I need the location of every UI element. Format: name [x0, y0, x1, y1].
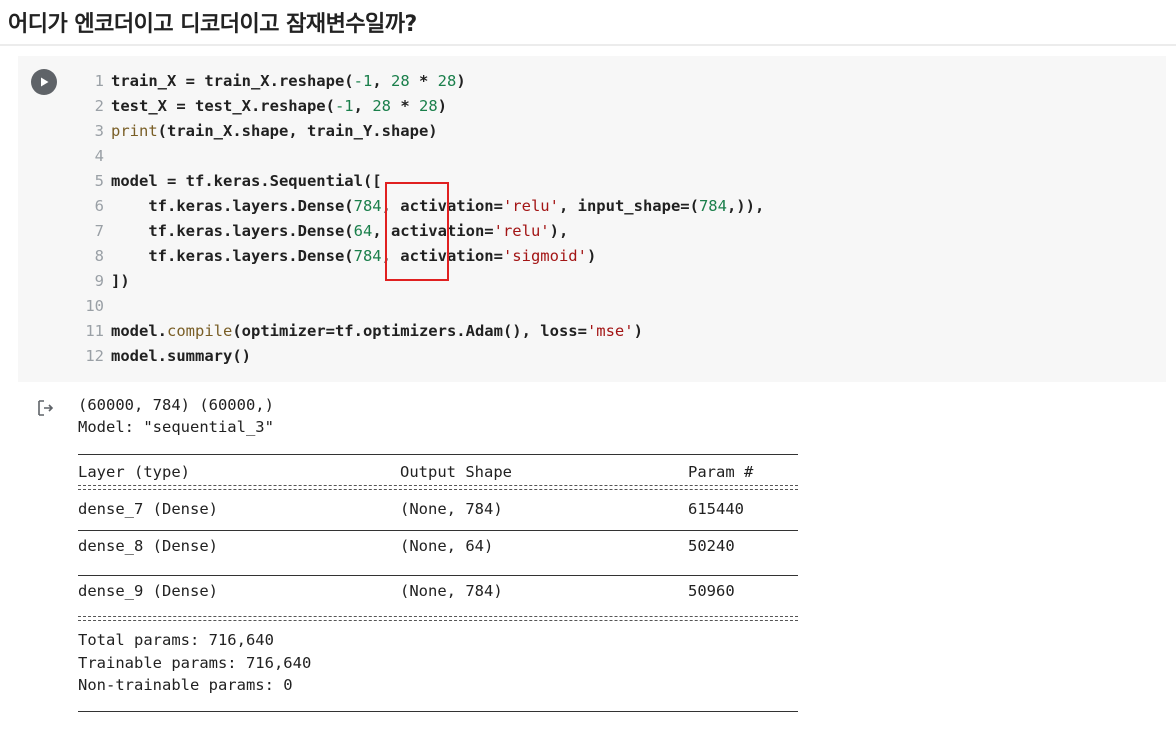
line-number: 4: [94, 147, 104, 165]
page-title: 어디가 엔코더이고 디코더이고 잠재변수일까?: [8, 12, 417, 37]
code-token: (train_X.shape, train_Y.shape): [157, 122, 438, 140]
code-token: -1: [334, 97, 354, 115]
model-summary-table: Layer (type) Output Shape Param # dense_…: [78, 454, 798, 712]
line-number: 2: [94, 97, 104, 115]
code-token: 'sigmoid': [502, 247, 587, 265]
code-token: model.: [111, 322, 167, 340]
line-number: 1: [94, 72, 104, 90]
code-token: (optimizer=tf.optimizers.Adam(), loss=: [232, 322, 587, 340]
code-token: tf.keras.layers.Dense(: [111, 197, 354, 215]
code-token: 784: [353, 197, 382, 215]
code-token: -1: [353, 72, 373, 90]
code-token: 28: [390, 72, 410, 90]
code-line[interactable]: 6 tf.keras.layers.Dense(784, activation=…: [70, 194, 765, 219]
code-token: *: [409, 72, 438, 90]
code-token: 784: [353, 247, 382, 265]
layer-name: dense_8 (Dense): [78, 537, 218, 555]
layer-name: dense_9 (Dense): [78, 582, 218, 600]
code-editor[interactable]: 1 train_X = train_X.reshape(-1, 28 * 28) 2…: [70, 69, 764, 369]
code-token: , input_shape=(: [558, 197, 699, 215]
table-row: dense_7 (Dense) (None, 784) 615440: [78, 490, 798, 530]
code-token: 28: [372, 97, 391, 115]
line-number: 9: [94, 272, 104, 290]
header-output-shape: Output Shape: [400, 463, 512, 481]
code-token: , activation=: [381, 197, 503, 215]
line-number: 8: [94, 247, 104, 265]
code-line[interactable]: 1 train_X = train_X.reshape(-1, 28 * 28): [70, 69, 764, 94]
layer-output-shape: (None, 784): [400, 582, 503, 600]
code-token: , activation=: [372, 222, 494, 240]
code-token: 'relu': [493, 222, 550, 240]
code-token: ,)),: [726, 197, 765, 215]
code-line[interactable]: 4: [70, 144, 764, 169]
code-token: compile: [167, 322, 233, 340]
code-token: 784: [698, 197, 727, 215]
code-token: 28: [418, 97, 438, 115]
code-line[interactable]: 8 tf.keras.layers.Dense(784, activation=…: [70, 244, 764, 269]
play-icon: [41, 77, 49, 87]
code-line[interactable]: 2 test_X = test_X.reshape(-1, 28 * 28): [70, 94, 764, 119]
line-number: 5: [94, 172, 104, 190]
code-line[interactable]: 3 print(train_X.shape, train_Y.shape): [70, 119, 764, 144]
summary-bottom-rule: [78, 710, 798, 712]
layer-param-count: 50960: [688, 582, 735, 600]
layer-param-count: 50240: [688, 537, 735, 555]
code-token: ): [633, 322, 643, 340]
code-token: model.summary(): [111, 347, 251, 365]
header-param-count: Param #: [688, 463, 754, 481]
non-trainable-params: Non-trainable params: 0: [78, 676, 293, 694]
code-token: 28: [437, 72, 457, 90]
code-token: ): [586, 247, 597, 265]
model-name-output: Model: "sequential_3": [78, 418, 274, 436]
layer-name: dense_7 (Dense): [78, 500, 218, 518]
line-number: 6: [94, 197, 104, 215]
summary-double-rule: [78, 616, 798, 621]
code-token: ),: [549, 222, 569, 240]
layer-param-count: 615440: [688, 500, 744, 518]
param-totals: Total params: 716,640 Trainable params: …: [78, 629, 798, 697]
layer-output-shape: (None, 784): [400, 500, 503, 518]
code-line[interactable]: 7 tf.keras.layers.Dense(64, activation='…: [70, 219, 764, 244]
code-token: 'relu': [502, 197, 559, 215]
title-divider: [0, 44, 1176, 46]
code-line[interactable]: 10: [70, 294, 764, 319]
code-token: print: [111, 122, 158, 140]
code-line[interactable]: 9]): [70, 269, 764, 294]
code-token: ]): [111, 272, 130, 290]
table-row: dense_8 (Dense) (None, 64) 50240: [78, 531, 798, 575]
code-token: 64: [353, 222, 373, 240]
code-line[interactable]: 12 model.summary(): [70, 344, 764, 369]
code-line[interactable]: 11 model.compile(optimizer=tf.optimizers.…: [70, 319, 764, 344]
line-number: 3: [94, 122, 104, 140]
code-token: model = tf.keras.Sequential([: [111, 172, 382, 190]
line-number: 11: [85, 322, 104, 340]
run-cell-button[interactable]: [31, 69, 57, 95]
code-token: ,: [372, 72, 391, 90]
layer-output-shape: (None, 64): [400, 537, 494, 555]
total-params: Total params: 716,640: [78, 631, 274, 649]
code-token: , activation=: [381, 247, 503, 265]
code-line[interactable]: 5 model = tf.keras.Sequential([: [70, 169, 764, 194]
code-token: ,: [353, 97, 373, 115]
output-arrow-icon: [38, 400, 54, 416]
table-row: dense_9 (Dense) (None, 784) 50960: [78, 576, 798, 602]
shapes-output: (60000, 784) (60000,): [78, 396, 274, 414]
line-number: 10: [85, 297, 104, 315]
code-token: *: [390, 97, 419, 115]
code-token: ): [437, 97, 447, 115]
line-number: 12: [85, 347, 104, 365]
code-token: ): [456, 72, 466, 90]
trainable-params: Trainable params: 716,640: [78, 653, 312, 672]
summary-header-row: Layer (type) Output Shape Param #: [78, 455, 798, 485]
code-token: tf.keras.layers.Dense(: [111, 222, 354, 240]
header-layer-type: Layer (type): [78, 463, 190, 481]
notebook-page: 어디가 엔코더이고 디코더이고 잠재변수일까? 1 train_X = train…: [0, 0, 1176, 733]
code-token: tf.keras.layers.Dense(: [111, 247, 354, 265]
line-number: 7: [94, 222, 104, 240]
code-token: train_X = train_X.reshape(: [111, 72, 354, 90]
code-token: test_X = test_X.reshape(: [111, 97, 335, 115]
code-token: 'mse': [586, 322, 634, 340]
cell-output: (60000, 784) (60000,) Model: "sequential…: [78, 394, 274, 438]
